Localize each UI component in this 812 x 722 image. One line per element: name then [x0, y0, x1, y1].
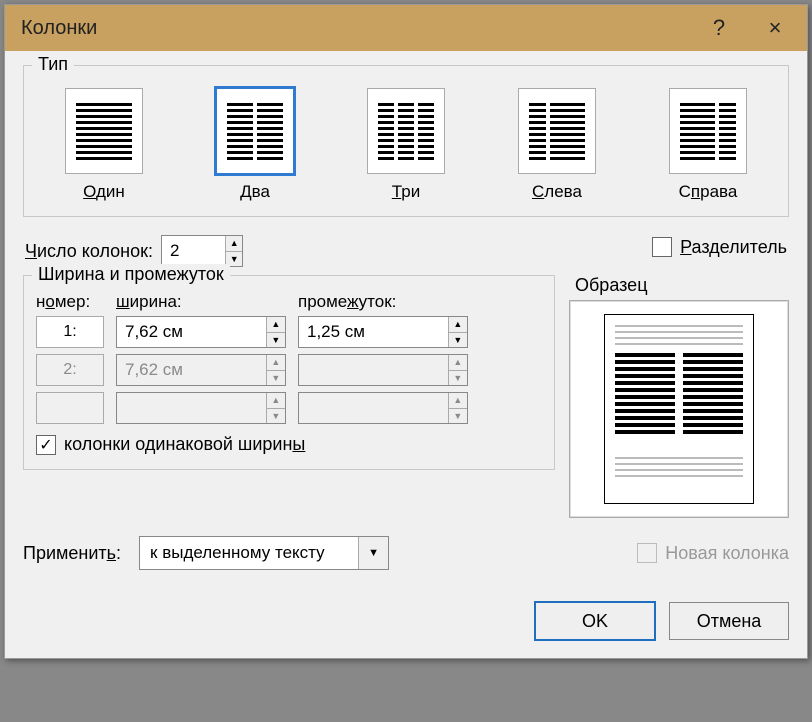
- preset-two-icon: [216, 88, 294, 174]
- ws-num-1: 1:: [36, 316, 104, 348]
- checkbox-box: [652, 237, 672, 257]
- dialog-title: Колонки: [21, 17, 691, 40]
- ws-spacing-1-input[interactable]: [299, 317, 448, 347]
- ws-spacing-3-input: [299, 393, 448, 423]
- apply-row: Применить: к выделенному тексту ▼ Новая …: [23, 536, 789, 570]
- apply-label: Применить:: [23, 543, 121, 564]
- preset-right-icon: [669, 88, 747, 174]
- new-column-label: Новая колонка: [665, 543, 789, 564]
- spinner-down-icon: ▼: [267, 409, 285, 424]
- ws-spacing-2: ▲▼: [298, 354, 468, 386]
- ws-headers: номер: ширина: промежуток:: [36, 292, 542, 312]
- ws-width-2: ▲▼: [116, 354, 286, 386]
- spinner-up-icon: ▲: [267, 355, 285, 371]
- ws-width-1-input[interactable]: [117, 317, 266, 347]
- equal-width-label: колонки одинаковой ширины: [64, 434, 305, 455]
- preset-right-label: Справа: [679, 182, 738, 202]
- dialog-body: Тип Один Два: [5, 51, 807, 588]
- spinner-down-icon[interactable]: ▼: [267, 333, 285, 348]
- footer: OK Отмена: [5, 588, 807, 658]
- spinner-up-icon: ▲: [449, 393, 467, 409]
- help-button[interactable]: ?: [691, 5, 747, 51]
- chevron-down-icon[interactable]: ▼: [358, 537, 388, 569]
- column-count-spinner[interactable]: ▲▼: [161, 235, 243, 267]
- checkbox-box: [637, 543, 657, 563]
- preset-two-label: Два: [240, 182, 270, 202]
- ws-header-num: номер:: [36, 292, 104, 312]
- preset-left-icon: [518, 88, 596, 174]
- spinner-down-icon[interactable]: ▼: [449, 333, 467, 348]
- spinner-down-icon: ▼: [267, 371, 285, 386]
- ws-row-3: ▲▼ ▲▼: [36, 392, 542, 424]
- spinner-up-icon: ▲: [449, 355, 467, 371]
- spinner-up-icon[interactable]: ▲: [449, 317, 467, 333]
- ws-header-width: ширина:: [116, 292, 286, 312]
- preset-left-label: Слева: [532, 182, 582, 202]
- preview-page-icon: [604, 314, 754, 504]
- ws-width-3: ▲▼: [116, 392, 286, 424]
- spinner-down-icon: ▼: [449, 371, 467, 386]
- ws-num-3: [36, 392, 104, 424]
- type-group: Тип Один Два: [23, 65, 789, 217]
- ws-table: номер: ширина: промежуток: 1: ▲▼: [36, 292, 542, 424]
- spinner-up-icon[interactable]: ▲: [267, 317, 285, 333]
- separator-checkbox[interactable]: Разделитель: [652, 237, 787, 258]
- spinner-up-icon: ▲: [267, 393, 285, 409]
- preset-row: Один Два Три: [34, 82, 778, 206]
- ws-row-1: 1: ▲▼ ▲▼: [36, 316, 542, 348]
- preset-one-label: Один: [83, 182, 125, 202]
- mid-section: Ширина и промежуток номер: ширина: проме…: [23, 275, 789, 518]
- ws-row-2: 2: ▲▼ ▲▼: [36, 354, 542, 386]
- preset-three-icon: [367, 88, 445, 174]
- ws-spacing-2-input: [299, 355, 448, 385]
- ws-width-1[interactable]: ▲▼: [116, 316, 286, 348]
- apply-value: к выделенному тексту: [140, 543, 358, 563]
- spinner-buttons[interactable]: ▲▼: [225, 236, 242, 266]
- ws-header-spacing: промежуток:: [298, 292, 468, 312]
- equal-width-checkbox[interactable]: ✓ колонки одинаковой ширины: [36, 434, 305, 455]
- new-column-checkbox: Новая колонка: [637, 543, 789, 564]
- preset-left[interactable]: Слева: [497, 88, 617, 202]
- column-count-label: Число колонок:: [25, 241, 153, 262]
- type-legend: Тип: [32, 54, 74, 75]
- cancel-button[interactable]: Отмена: [669, 602, 789, 640]
- preset-three-label: Три: [392, 182, 420, 202]
- preview-box: [569, 300, 789, 518]
- ws-spacing-1[interactable]: ▲▼: [298, 316, 468, 348]
- preview-legend: Образец: [575, 275, 789, 296]
- spinner-down-icon: ▼: [449, 409, 467, 424]
- width-spacing-col: Ширина и промежуток номер: ширина: проме…: [23, 275, 555, 518]
- count-separator-row: Число колонок: ▲▼ Разделитель: [23, 227, 789, 267]
- column-count-input[interactable]: [162, 236, 225, 266]
- column-count-row: Число колонок: ▲▼: [25, 235, 243, 267]
- close-button[interactable]: ×: [747, 5, 803, 51]
- preset-three[interactable]: Три: [346, 88, 466, 202]
- columns-dialog: Колонки ? × Тип Один Два: [4, 4, 808, 659]
- preset-one-icon: [65, 88, 143, 174]
- preset-one[interactable]: Один: [44, 88, 164, 202]
- ws-width-3-input: [117, 393, 266, 423]
- preset-two[interactable]: Два: [195, 88, 315, 202]
- preset-right[interactable]: Справа: [648, 88, 768, 202]
- apply-select[interactable]: к выделенному тексту ▼: [139, 536, 389, 570]
- ws-spacing-3: ▲▼: [298, 392, 468, 424]
- checkbox-box: ✓: [36, 435, 56, 455]
- preview-col: Образец: [569, 275, 789, 518]
- titlebar: Колонки ? ×: [5, 5, 807, 51]
- ws-num-2: 2:: [36, 354, 104, 386]
- ok-button[interactable]: OK: [535, 602, 655, 640]
- spinner-up-icon[interactable]: ▲: [226, 236, 242, 252]
- width-spacing-group: Ширина и промежуток номер: ширина: проме…: [23, 275, 555, 470]
- ws-legend: Ширина и промежуток: [32, 264, 230, 285]
- separator-label: Разделитель: [680, 237, 787, 258]
- ws-width-2-input: [117, 355, 266, 385]
